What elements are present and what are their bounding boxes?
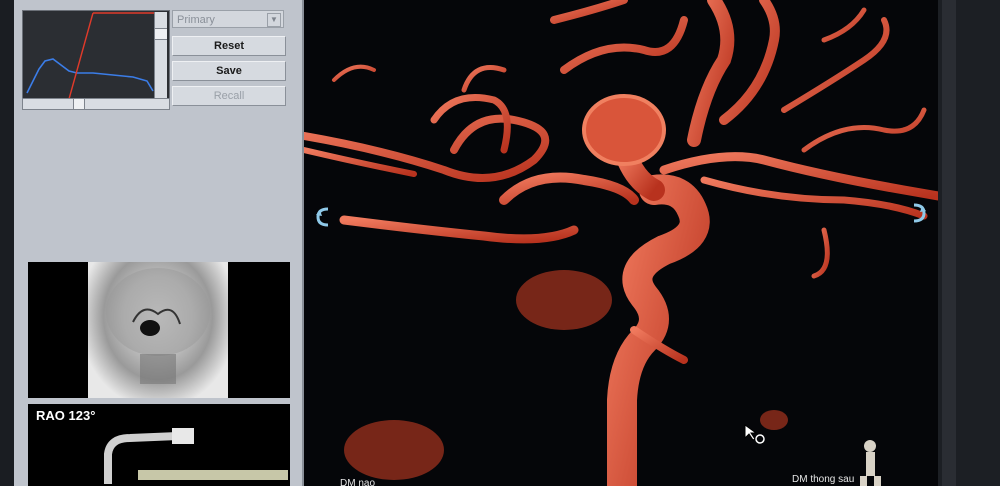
monitor-bezel-right bbox=[938, 0, 1000, 486]
c-arm-icon bbox=[104, 428, 288, 484]
mouse-cursor-icon bbox=[744, 424, 765, 444]
chevron-down-icon: ▼ bbox=[267, 13, 281, 27]
histogram-vertical-scrollbar[interactable] bbox=[154, 12, 167, 98]
save-button[interactable]: Save bbox=[172, 61, 286, 81]
monitor-bezel-left bbox=[0, 0, 14, 486]
xray-thumbnail[interactable] bbox=[28, 262, 290, 398]
cbct-geometry-view: RAO 123° bbox=[28, 404, 290, 486]
layer-dropdown[interactable]: Primary ▼ bbox=[172, 10, 284, 28]
histogram-graph bbox=[23, 11, 169, 107]
rotate-left-icon[interactable] bbox=[314, 206, 330, 228]
recall-button[interactable]: Recall bbox=[172, 86, 286, 106]
annotation-label: DM thong sau bbox=[792, 474, 855, 485]
3d-angiography-viewer[interactable]: DM thong sau DM nao bbox=[304, 0, 938, 486]
annotation-label-left: DM nao bbox=[340, 478, 376, 486]
reset-button[interactable]: Reset bbox=[172, 36, 286, 56]
rotate-right-icon[interactable] bbox=[912, 202, 928, 224]
vessel-rendering bbox=[304, 0, 938, 486]
control-panel: Primary ▼ Reset Save Recall RAO 123° bbox=[14, 0, 304, 486]
histogram-horizontal-scrollbar[interactable] bbox=[22, 98, 170, 110]
window-level-histogram[interactable] bbox=[22, 10, 170, 108]
skull-xray-image bbox=[88, 262, 228, 398]
layer-dropdown-value: Primary bbox=[177, 14, 215, 26]
orientation-figure bbox=[860, 440, 881, 486]
